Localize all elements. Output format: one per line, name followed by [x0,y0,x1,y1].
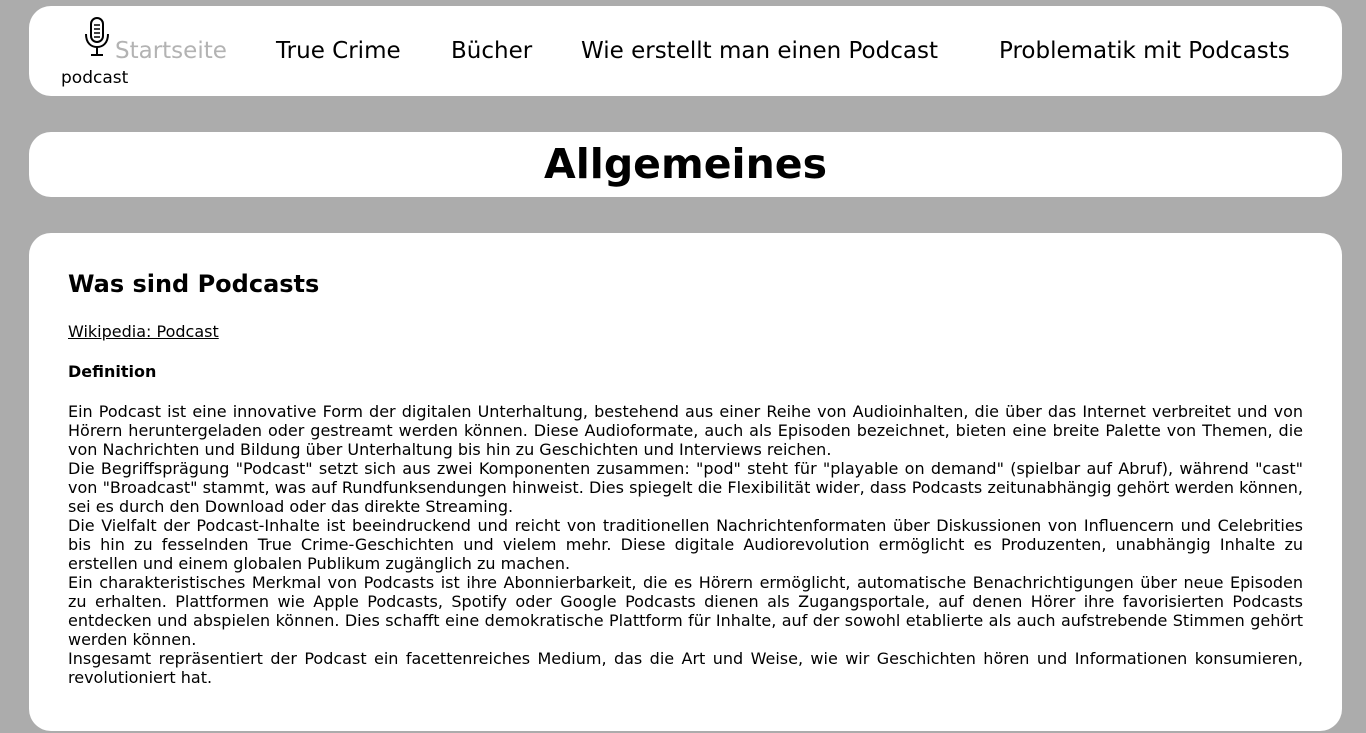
paragraph: Die Vielfalt der Podcast-Inhalte ist bee… [68,516,1303,573]
nav-link-problematik[interactable]: Problematik mit Podcasts [999,36,1290,66]
wikipedia-link[interactable]: Wikipedia: Podcast [68,322,219,342]
microphone-icon [85,17,109,56]
nav-link-true-crime[interactable]: True Crime [276,36,401,66]
logo-text: podcast [61,68,129,88]
nav-link-buecher[interactable]: Bücher [451,36,532,66]
heading-card: Allgemeines [29,132,1342,197]
paragraph: Ein Podcast ist eine innovative Form der… [68,402,1303,459]
section-title: Was sind Podcasts [68,270,320,298]
nav-link-podcast-erstellen[interactable]: Wie erstellt man einen Podcast [581,36,938,66]
navbar: podcast Startseite True Crime Bücher Wie… [29,6,1342,96]
paragraph: Insgesamt repräsentiert der Podcast ein … [68,649,1303,687]
paragraph: Ein charakteristisches Merkmal von Podca… [68,573,1303,649]
page-title: Allgemeines [544,140,827,188]
paragraph: Die Begriffsprägung "Podcast" setzt sich… [68,459,1303,516]
definition-text: Ein Podcast ist eine innovative Form der… [68,402,1303,687]
definition-heading: Definition [68,362,157,381]
content-card: Was sind Podcasts Wikipedia: Podcast Def… [29,233,1342,731]
nav-link-startseite[interactable]: Startseite [115,36,227,66]
content-section: Was sind Podcasts Wikipedia: Podcast Def… [68,269,1303,687]
